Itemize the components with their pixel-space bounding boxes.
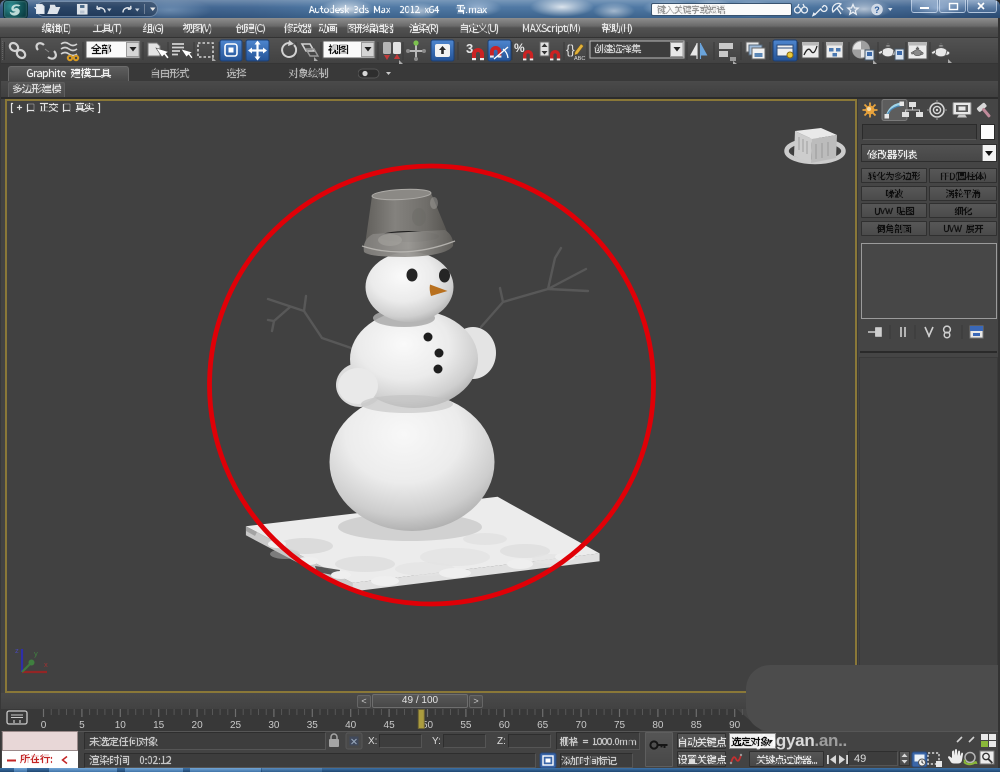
svg-text:25: 25 [230,720,242,731]
svg-text:30: 30 [268,720,280,731]
svg-text:40: 40 [345,720,357,731]
svg-text:15: 15 [153,720,165,731]
svg-text:45: 45 [384,720,396,731]
svg-text:20: 20 [192,720,204,731]
svg-text:70: 70 [576,720,588,731]
svg-text:%: % [514,41,525,55]
svg-text:55: 55 [460,720,472,731]
svg-text:0: 0 [41,720,47,731]
svg-text:y: y [34,649,38,658]
svg-text:x: x [44,660,48,669]
svg-text:35: 35 [307,720,319,731]
svg-text:80: 80 [652,720,664,731]
svg-text:ABC: ABC [574,56,585,62]
svg-text:75: 75 [614,720,626,731]
svg-text:?: ? [874,5,880,15]
svg-text:5: 5 [79,720,85,731]
svg-text:z: z [15,646,19,655]
svg-text:90: 90 [729,720,741,731]
svg-text:10: 10 [115,720,127,731]
svg-text:60: 60 [499,720,511,731]
svg-text:{}: {} [566,42,575,57]
svg-text:85: 85 [691,720,703,731]
svg-text:65: 65 [537,720,549,731]
